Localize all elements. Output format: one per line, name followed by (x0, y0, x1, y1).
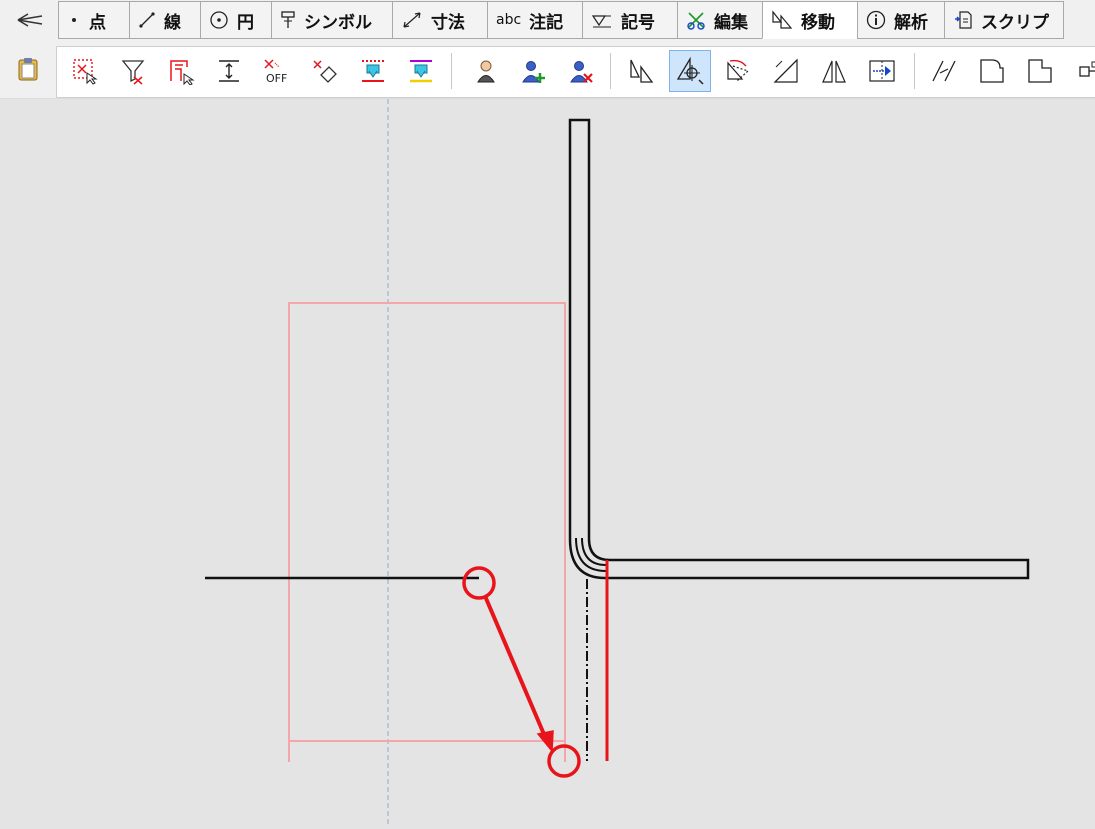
tab-point[interactable]: 点 (58, 1, 130, 39)
scale-icon[interactable] (765, 50, 807, 92)
circle-icon (209, 10, 229, 30)
tab-script[interactable]: スクリプ (944, 1, 1064, 39)
script-icon (953, 10, 973, 30)
toolbar-strip: OFF (56, 46, 1095, 98)
user-icon[interactable] (465, 50, 507, 92)
mark-icon (591, 11, 613, 29)
array-move-icon[interactable] (861, 50, 903, 92)
user-remove-icon[interactable] (561, 50, 603, 92)
connector-icon[interactable] (1067, 50, 1095, 92)
preview-outline (288, 302, 566, 762)
tab-bar: 点 線 円 シンボル 寸法 abc 注記 記号 編集 移動 解析 スクリプ (0, 0, 1095, 40)
tab-circle[interactable]: 円 (200, 1, 272, 39)
toolbar: OFF (0, 40, 1095, 99)
tab-dimension[interactable]: 寸法 (392, 1, 488, 39)
clipboard-icon[interactable] (0, 40, 56, 98)
layer-down-yellow-icon[interactable] (400, 50, 442, 92)
move-point-icon[interactable] (669, 50, 711, 92)
erase-icon[interactable] (304, 50, 346, 92)
text-icon: abc (496, 12, 522, 28)
tab-annotation[interactable]: abc 注記 (487, 1, 583, 39)
snap-off-icon[interactable]: OFF (256, 50, 298, 92)
symbol-icon (280, 10, 296, 30)
tab-move[interactable]: 移動 (762, 1, 858, 39)
tab-edit[interactable]: 編集 (677, 1, 763, 39)
tab-analysis[interactable]: 解析 (857, 1, 945, 39)
layer-down-icon[interactable] (352, 50, 394, 92)
edit-icon (686, 10, 706, 30)
filter-icon[interactable] (112, 50, 154, 92)
move-icon (771, 10, 793, 30)
user-add-icon[interactable] (513, 50, 555, 92)
rotate-icon[interactable] (717, 50, 759, 92)
drawing-canvas[interactable] (0, 99, 1095, 825)
dimension-icon (401, 10, 423, 30)
tab-mark[interactable]: 記号 (582, 1, 678, 39)
point-icon (67, 13, 81, 27)
toolbar-separator (914, 53, 915, 89)
parallel-icon[interactable] (923, 50, 965, 92)
move-arrow (483, 595, 548, 740)
toolbar-separator (451, 53, 452, 89)
mirror-icon[interactable] (621, 50, 663, 92)
start-point-marker[interactable] (462, 566, 496, 600)
line-icon (138, 11, 156, 29)
svg-text:OFF: OFF (266, 72, 287, 85)
toolbar-separator (610, 53, 611, 89)
select-region-icon[interactable] (64, 50, 106, 92)
height-icon[interactable] (208, 50, 250, 92)
fillet-shape-icon[interactable] (971, 50, 1013, 92)
chamfer-shape-icon[interactable] (1019, 50, 1061, 92)
tab-line[interactable]: 線 (129, 1, 201, 39)
info-icon (866, 10, 886, 30)
select-chain-icon[interactable] (160, 50, 202, 92)
triangle-icon[interactable] (813, 50, 855, 92)
back-arrow-icon[interactable] (0, 0, 58, 40)
bent-plate (568, 118, 1030, 580)
tab-symbol[interactable]: シンボル (271, 1, 393, 39)
